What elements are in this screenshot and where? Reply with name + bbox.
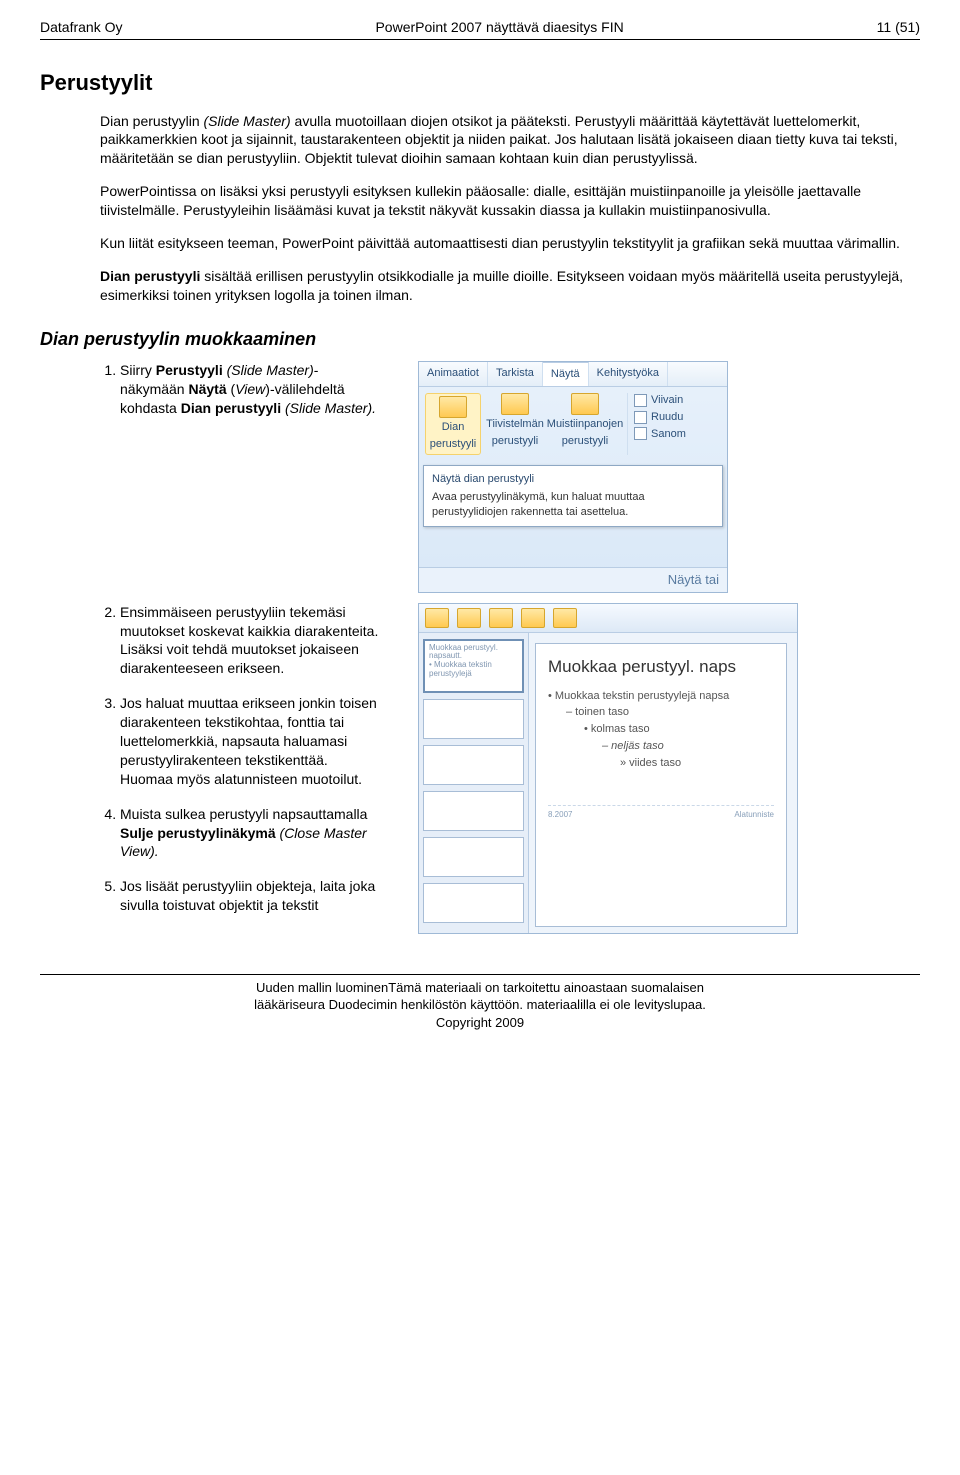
thumb-layout[interactable]: [423, 699, 524, 739]
s1-a: Siirry: [120, 362, 156, 378]
s1-b: Perustyyli: [156, 362, 227, 378]
notesmaster-icon: [571, 393, 599, 415]
tooltip-body: Avaa perustyylinäkymä, kun haluat muutta…: [432, 490, 714, 520]
paragraph-4: Dian perustyyli sisältää erillisen perus…: [100, 267, 910, 305]
ribbon-tab-review[interactable]: Tarkista: [488, 362, 543, 386]
thumb-master-body: • Muokkaa tekstin perustyylejä: [429, 661, 518, 679]
editor-ribbon-icon: [521, 608, 545, 628]
editor-ribbon-icon: [553, 608, 577, 628]
s1-c: (Slide Master): [227, 362, 314, 378]
bullet-l2: – toinen taso: [548, 705, 774, 720]
tooltip-title: Näytä dian perustyyli: [432, 472, 714, 487]
ribbon-btn-handout-l2: perustyyli: [492, 434, 538, 449]
step-2: Ensimmäiseen perustyyliin tekemäsi muuto…: [120, 603, 390, 679]
header-left: Datafrank Oy: [40, 18, 122, 37]
thumb-master-title: Muokkaa perustyyl. napsautt.: [429, 644, 518, 662]
header-center: PowerPoint 2007 näyttävä diaesitys FIN: [122, 18, 876, 37]
s1-i: Dian perustyyli: [181, 400, 285, 416]
ribbon-tooltip: Näytä dian perustyyli Avaa perustyylinäk…: [423, 465, 723, 528]
p1-emph: (Slide Master): [204, 113, 291, 129]
footer-l1: Uuden mallin luominenTämä materiaali on …: [40, 979, 920, 997]
bullet-l1-text: Muokkaa tekstin perustyylejä napsa: [555, 690, 729, 702]
thumb-layout[interactable]: [423, 745, 524, 785]
checkbox-msgbar[interactable]: Sanom: [634, 427, 686, 442]
ribbon-tab-devtools[interactable]: Kehitystyöka: [589, 362, 668, 386]
editor-ribbon-icon: [489, 608, 513, 628]
bullet-l1: • Muokkaa tekstin perustyylejä napsa: [548, 689, 774, 704]
s4-a: Muista sulkea perustyyli napsauttamalla: [120, 806, 367, 822]
paragraph-3: Kun liität esitykseen teeman, PowerPoint…: [100, 234, 910, 253]
s1-e: Näytä: [188, 381, 226, 397]
step-row-2to5: Ensimmäiseen perustyyliin tekemäsi muuto…: [40, 603, 920, 934]
bullet-l4: – neljäs taso: [548, 739, 774, 754]
stage-date[interactable]: 8.2007: [548, 810, 572, 821]
thumb-layout[interactable]: [423, 791, 524, 831]
ribbon-footer-link[interactable]: Näytä tai: [668, 571, 719, 589]
s4-b: Sulje perustyylinäkymä: [120, 825, 280, 841]
thumb-master[interactable]: Muokkaa perustyyl. napsautt. • Muokkaa t…: [423, 639, 524, 693]
thumb-layout[interactable]: [423, 837, 524, 877]
s1-g: View: [235, 381, 265, 397]
stage-body-placeholder[interactable]: • Muokkaa tekstin perustyylejä napsa – t…: [548, 689, 774, 771]
ribbon-btn-handout-l1: Tiivistelmän: [486, 417, 544, 432]
ribbon-tab-view[interactable]: Näytä: [543, 362, 589, 386]
p1-text-a: Dian perustyylin: [100, 113, 204, 129]
page-header: Datafrank Oy PowerPoint 2007 näyttävä di…: [40, 18, 920, 40]
ribbon-checkboxes: Viivain Ruudu Sanom: [627, 393, 686, 455]
bullet-l3: • kolmas taso: [548, 722, 774, 737]
checkbox-grid[interactable]: Ruudu: [634, 410, 686, 425]
slidemaster-icon: [439, 396, 467, 418]
editor-ribbon-icon: [457, 608, 481, 628]
ribbon-btn-slidemaster-l2: perustyyli: [430, 437, 476, 452]
stage-footer[interactable]: Alatunniste: [734, 810, 774, 821]
ribbon-btn-notes-l2: perustyyli: [562, 434, 608, 449]
step-3: Jos haluat muuttaa erikseen jonkin toise…: [120, 694, 390, 788]
checkbox-ruler[interactable]: Viivain: [634, 393, 686, 408]
screenshot-master-editor: Muokkaa perustyyl. napsautt. • Muokkaa t…: [418, 603, 798, 934]
handoutmaster-icon: [501, 393, 529, 415]
ribbon-btn-notesmaster[interactable]: Muistiinpanojen perustyyli: [549, 393, 621, 455]
thumb-layout[interactable]: [423, 883, 524, 923]
s1-j: (Slide Master).: [285, 400, 376, 416]
ribbon-btn-handoutmaster[interactable]: Tiivistelmän perustyyli: [487, 393, 543, 455]
p4-text-b: sisältää erillisen perustyylin otsikkodi…: [100, 268, 903, 303]
ribbon-btn-slidemaster[interactable]: Dian perustyyli: [425, 393, 481, 455]
step-4: Muista sulkea perustyyli napsauttamalla …: [120, 805, 390, 862]
step-1: Siirry Perustyyli (Slide Master)-näkymää…: [120, 361, 390, 418]
slide-layout-thumbs: Muokkaa perustyyl. napsautt. • Muokkaa t…: [419, 633, 529, 933]
paragraph-2: PowerPointissa on lisäksi yksi perustyyl…: [100, 182, 910, 220]
section-title: Perustyylit: [40, 68, 920, 98]
s1-f: (: [227, 381, 236, 397]
bullet-l5: » viides taso: [548, 756, 774, 771]
p4-strong: Dian perustyyli: [100, 268, 200, 284]
stage-title-placeholder[interactable]: Muokkaa perustyyl. naps: [548, 656, 774, 679]
page-footer: Uuden mallin luominenTämä materiaali on …: [40, 974, 920, 1032]
ribbon-tab-animations[interactable]: Animaatiot: [419, 362, 488, 386]
ribbon-btn-notes-l1: Muistiinpanojen: [547, 417, 623, 432]
editor-ribbon: [419, 604, 797, 633]
footer-l3: Copyright 2009: [40, 1014, 920, 1032]
stage-footer-placeholders: 8.2007 Alatunniste: [548, 805, 774, 821]
step-row-1: Siirry Perustyyli (Slide Master)-näkymää…: [40, 361, 920, 593]
header-right: 11 (51): [877, 18, 920, 37]
footer-l2: lääkäriseura Duodecimin henkilöstön käyt…: [40, 996, 920, 1014]
editor-ribbon-icon: [425, 608, 449, 628]
ribbon-btn-slidemaster-l1: Dian: [442, 420, 465, 435]
ribbon-footer: Näytä tai: [419, 567, 727, 592]
step-5: Jos lisäät perustyyliin objekteja, laita…: [120, 877, 390, 915]
screenshot-ribbon: Animaatiot Tarkista Näytä Kehitystyöka D…: [418, 361, 728, 593]
slide-stage[interactable]: Muokkaa perustyyl. naps • Muokkaa teksti…: [535, 643, 787, 927]
paragraph-1: Dian perustyylin (Slide Master) avulla m…: [100, 112, 910, 169]
subsection-title: Dian perustyylin muokkaaminen: [40, 327, 920, 351]
